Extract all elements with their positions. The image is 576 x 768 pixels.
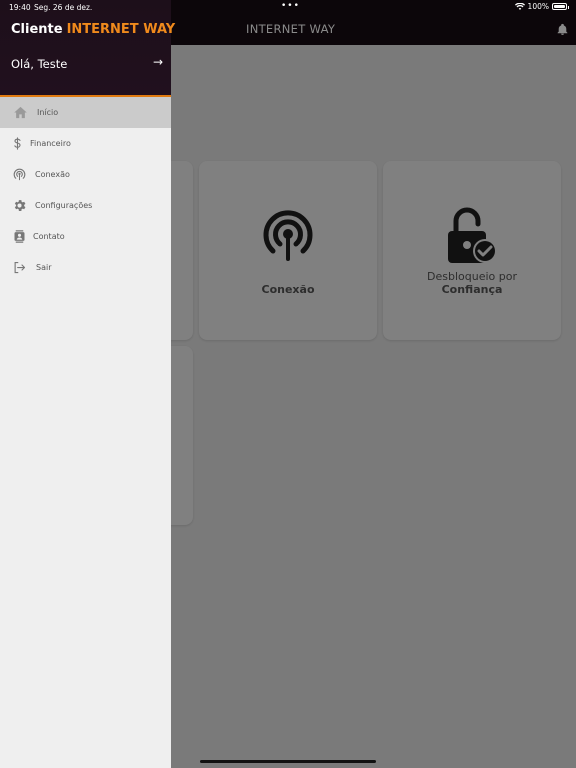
app-title: INTERNET WAY [246, 22, 336, 36]
unlock-check-icon [448, 207, 497, 263]
menu-item-sair[interactable]: Sair [0, 252, 171, 283]
navigation-drawer: Cliente INTERNET WAY Olá, Teste → Início … [0, 0, 175, 768]
menu-item-label: Conexão [35, 170, 70, 179]
drawer-header: Cliente INTERNET WAY Olá, Teste → [0, 0, 175, 97]
multitask-dots-icon[interactable]: ••• [281, 1, 300, 11]
menu-item-label: Configurações [35, 201, 93, 210]
menu-item-label: Financeiro [30, 139, 71, 148]
antenna-icon [13, 168, 26, 181]
brand-name: INTERNET WAY [66, 22, 176, 37]
brand-logo: Cliente INTERNET WAY [11, 22, 175, 37]
user-greeting: Olá, Teste [11, 57, 68, 71]
status-time: 19:40 [9, 3, 31, 12]
dashboard-card-desbloqueio[interactable]: Desbloqueio por Confiança [383, 161, 561, 340]
menu-item-configuracoes[interactable]: Configurações [0, 190, 171, 221]
card-label: Desbloqueio por Confiança [427, 270, 517, 296]
brand-prefix: Cliente [11, 22, 63, 37]
dollar-icon [14, 137, 21, 150]
menu-item-inicio[interactable]: Início [0, 97, 171, 128]
home-icon [14, 106, 27, 119]
menu-item-contato[interactable]: Contato [0, 221, 171, 252]
status-right: 100% [514, 2, 569, 11]
drawer-menu: Início Financeiro Conexão Configurações … [0, 97, 171, 283]
menu-item-financeiro[interactable]: Financeiro [0, 128, 171, 159]
contact-icon [14, 230, 25, 243]
arrow-right-icon[interactable]: → [153, 55, 163, 69]
bell-icon[interactable] [556, 23, 569, 36]
card-label: Conexão [261, 283, 315, 296]
menu-item-conexao[interactable]: Conexão [0, 159, 171, 190]
menu-item-label: Sair [36, 263, 52, 272]
home-indicator[interactable] [200, 760, 376, 763]
antenna-icon [263, 210, 313, 261]
wifi-icon [514, 2, 525, 10]
battery-icon [552, 3, 569, 10]
status-date: Seg. 26 de dez. [34, 3, 93, 12]
status-bar: 19:40 Seg. 26 de dez. ••• 100% [0, 0, 576, 14]
dashboard-card-conexao[interactable]: Conexão [199, 161, 377, 340]
gear-icon [14, 200, 26, 211]
menu-item-label: Contato [33, 232, 65, 241]
logout-icon [14, 261, 26, 274]
battery-percent: 100% [527, 2, 549, 11]
menu-item-label: Início [37, 108, 59, 117]
